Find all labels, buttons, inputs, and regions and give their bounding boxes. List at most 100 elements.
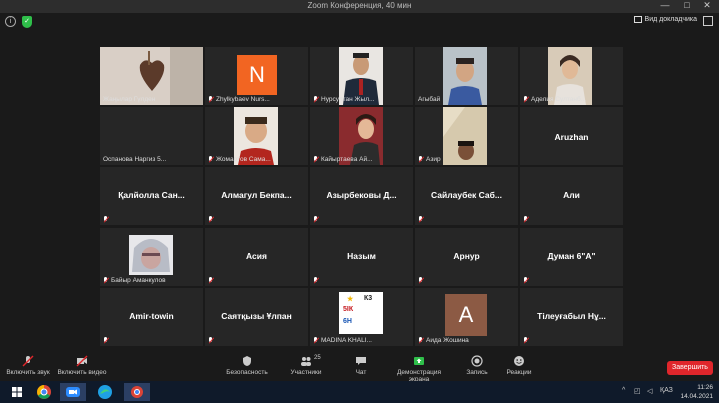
encryption-shield-icon[interactable]: ✓ <box>22 16 32 28</box>
view-toggle-button[interactable]: Вид докладчика <box>633 16 697 23</box>
participants-icon <box>301 357 311 366</box>
board-text: 6Н <box>343 318 352 325</box>
mic-muted-icon <box>313 96 319 103</box>
clock-date: 14.04.2021 <box>680 393 713 400</box>
participant-name-center: Amir-towin <box>129 311 174 321</box>
participant-status <box>523 216 529 223</box>
record-button[interactable]: Запись <box>462 355 492 376</box>
participant-tile[interactable]: Алмагул Бекпа... <box>205 167 308 225</box>
participant-avatar: N <box>237 55 277 95</box>
speaker-view-icon <box>633 16 642 23</box>
window-title: Zoom Конференция, 40 мин <box>307 1 412 10</box>
volume-icon[interactable]: ◁ <box>647 387 652 395</box>
mic-muted-icon <box>313 216 319 223</box>
participant-tile[interactable]: Али <box>520 167 623 225</box>
participant-tile[interactable]: Азырбековы Д... <box>310 167 413 225</box>
zoom-app-icon[interactable] <box>60 383 86 401</box>
participant-tile[interactable]: Aruzhan <box>520 107 623 165</box>
participant-tile[interactable]: N Zhylkybaev Nurs... <box>205 47 308 105</box>
record-icon <box>471 355 483 367</box>
tray-chevron-icon[interactable]: ^ <box>622 387 625 394</box>
participant-name: Агыбай <box>418 96 441 103</box>
chrome-icon[interactable] <box>31 383 57 401</box>
chat-icon <box>356 357 366 365</box>
reactions-icon <box>514 356 524 366</box>
mic-muted-icon <box>103 337 109 344</box>
reactions-button[interactable]: Реакции <box>502 355 536 376</box>
participant-tile[interactable]: Байыр Аманкулов <box>100 228 203 286</box>
participant-name-center: Думан 6"А" <box>547 251 596 261</box>
fullscreen-icon[interactable] <box>703 16 713 26</box>
clock[interactable]: 11:26 14.04.2021 <box>680 383 713 401</box>
participant-tile[interactable]: Жаңылар Гүлден <box>100 47 203 105</box>
participant-status <box>313 277 319 284</box>
participant-tile[interactable]: Жомартов Сама... <box>205 107 308 165</box>
participants-count: 25 <box>314 355 321 361</box>
participant-tile[interactable]: Асия <box>205 228 308 286</box>
maximize-button[interactable]: □ <box>677 0 697 10</box>
participant-name-center: Асия <box>246 251 267 261</box>
participant-name-center: Алмагул Бекпа... <box>221 190 292 200</box>
participant-tile[interactable]: Қалйолла Сан... <box>100 167 203 225</box>
close-button[interactable]: ✕ <box>697 0 717 11</box>
mic-muted-icon <box>313 337 319 344</box>
mic-muted-icon <box>103 216 109 223</box>
view-label: Вид докладчика <box>644 16 697 23</box>
share-screen-button[interactable]: Демонстрация экрана <box>386 355 452 383</box>
start-video-button[interactable]: Включить видео <box>56 355 108 376</box>
participant-tile[interactable]: A Аида Жошина <box>415 288 518 346</box>
participant-tile[interactable]: Amir-towin <box>100 288 203 346</box>
participant-name: Аида Жошина <box>418 337 469 344</box>
info-icon[interactable]: i <box>5 16 16 27</box>
minimize-button[interactable]: — <box>655 0 675 10</box>
participant-tile[interactable]: Арнур <box>415 228 518 286</box>
participant-name: Оспанова Наргиз 5... <box>103 156 167 163</box>
network-icon[interactable]: ◰ <box>634 387 641 395</box>
participant-status <box>208 337 214 344</box>
windows-taskbar: ^ ◰ ◁ ҚАЗ 11:26 14.04.2021 <box>0 381 719 403</box>
participant-tile[interactable]: Оспанова Наргиз 5... <box>100 107 203 165</box>
security-shield-icon <box>243 356 251 366</box>
clock-time: 11:26 <box>697 384 713 391</box>
participant-tile[interactable]: Агыбай <box>415 47 518 105</box>
chat-button[interactable]: Чат <box>348 355 374 376</box>
security-button[interactable]: Безопасность <box>224 355 270 376</box>
mic-muted-icon <box>208 96 214 103</box>
star-icon: ★ <box>347 296 354 303</box>
participant-name-center: Сайлаубек Саб... <box>431 190 502 200</box>
participants-button[interactable]: Участники 25 <box>286 355 326 376</box>
participant-tile[interactable]: Тілеуғабыл Нұ... <box>520 288 623 346</box>
participant-status <box>208 216 214 223</box>
mic-muted-icon <box>103 277 109 284</box>
mic-muted-icon <box>418 337 424 344</box>
participant-name: Нурсултан Жыл... <box>313 96 374 103</box>
participant-tile[interactable]: К3 5ІК 6Н ★ MADINA KHALI... <box>310 288 413 346</box>
participant-tile[interactable]: Кайыртаева Ай... <box>310 107 413 165</box>
participant-tile[interactable]: Думан 6"А" <box>520 228 623 286</box>
participant-name: Аделия Султанб... <box>523 96 586 103</box>
participant-tile[interactable]: Азир <box>415 107 518 165</box>
participant-tile[interactable]: Нурсултан Жыл... <box>310 47 413 105</box>
video-off-icon <box>76 355 88 367</box>
participant-tile[interactable]: Сайлаубек Саб... <box>415 167 518 225</box>
participant-status <box>103 216 109 223</box>
participant-name: Байыр Аманкулов <box>103 277 166 284</box>
end-meeting-button[interactable]: Завершить <box>667 361 713 375</box>
chrome-window-icon[interactable] <box>124 383 150 401</box>
participant-name: Zhylkybaev Nurs... <box>208 96 270 103</box>
unmute-button[interactable]: Включить звук <box>4 355 52 376</box>
windows-start-icon[interactable] <box>4 383 30 401</box>
mic-muted-icon <box>523 216 529 223</box>
participant-tile[interactable]: Аделия Султанб... <box>520 47 623 105</box>
participant-status <box>523 337 529 344</box>
mic-muted-icon <box>418 216 424 223</box>
participant-tile[interactable]: Назым <box>310 228 413 286</box>
edge-icon[interactable] <box>92 383 118 401</box>
participant-name: Кайыртаева Ай... <box>313 156 373 163</box>
language-indicator[interactable]: ҚАЗ <box>660 387 673 394</box>
participant-name-center: Арнур <box>453 251 480 261</box>
mic-muted-icon <box>523 337 529 344</box>
participant-tile[interactable]: Саятқызы Ұлпан <box>205 288 308 346</box>
participant-status <box>418 216 424 223</box>
participant-avatar: A <box>445 294 487 336</box>
